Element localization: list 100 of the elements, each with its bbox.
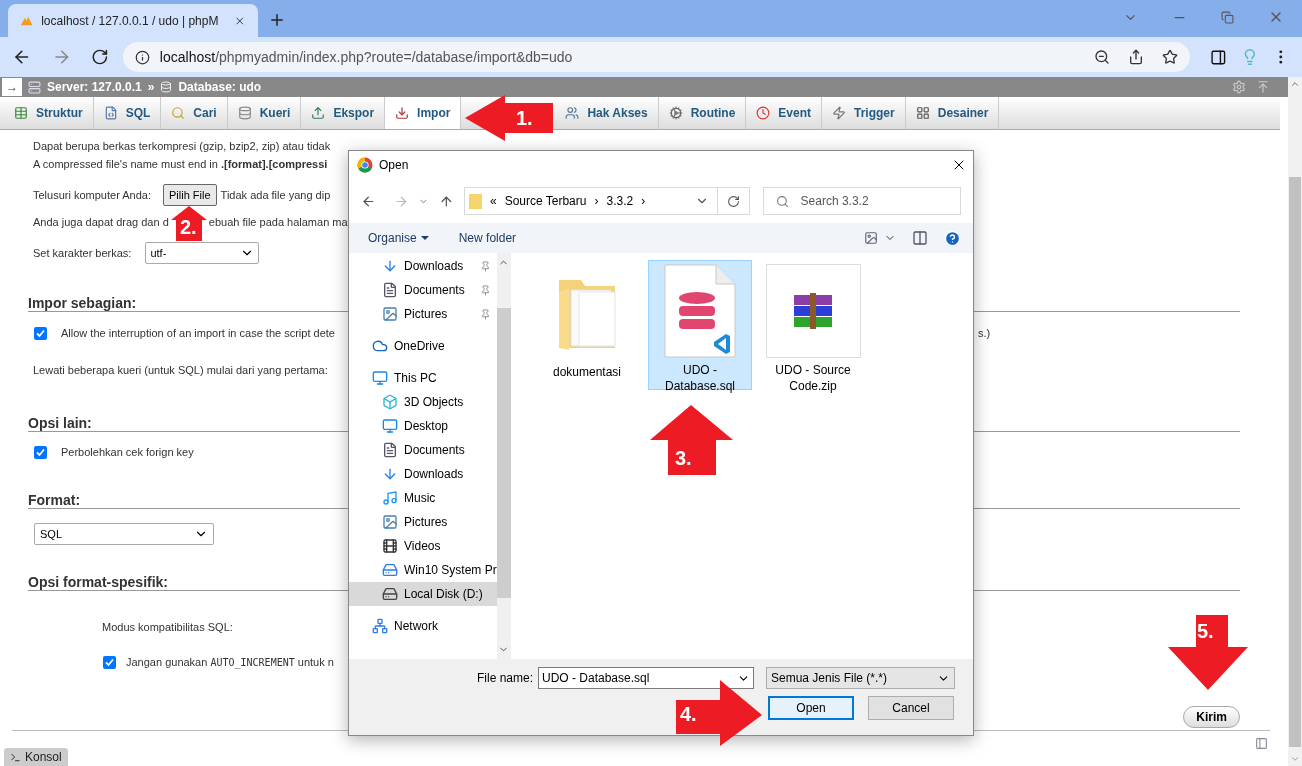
checkbox-label: Jangan gunakan AUTO_INCREMENT untuk n xyxy=(126,654,334,671)
step-number: 4. xyxy=(680,703,697,725)
step-number: 3. xyxy=(675,447,692,469)
tab[interactable]: Trigger xyxy=(822,97,906,129)
share-icon[interactable] xyxy=(1128,49,1145,65)
path-segment[interactable]: « xyxy=(489,192,497,210)
restore-icon[interactable] xyxy=(1221,10,1234,24)
nav-item[interactable]: Downloads xyxy=(349,254,497,278)
checkbox[interactable] xyxy=(34,445,47,459)
drag-drop-hint: ebuah file pada halaman ma xyxy=(208,214,348,230)
file-name-field[interactable]: UDO - Database.sql xyxy=(538,667,754,689)
nav-item[interactable]: Documents xyxy=(349,438,497,462)
tab[interactable]: Kueri xyxy=(227,97,302,129)
organise-menu[interactable]: Organise xyxy=(368,229,429,247)
tab[interactable]: Routine xyxy=(658,97,747,129)
new-folder-button[interactable]: New folder xyxy=(458,229,517,247)
server-link[interactable]: Server: 127.0.0.1 xyxy=(47,78,142,96)
search-icon xyxy=(775,194,789,208)
step-number: 2. xyxy=(180,216,197,238)
tab-icon xyxy=(915,106,930,120)
format-select[interactable]: SQL xyxy=(34,523,214,545)
tab[interactable]: SQL xyxy=(93,97,162,129)
tab[interactable]: Desainer xyxy=(905,97,1000,129)
pin-icon xyxy=(479,308,491,320)
scroll-up-icon[interactable] xyxy=(1290,79,1300,89)
bookmark-star-icon[interactable] xyxy=(1162,49,1179,65)
file-status: Tidak ada file yang dip xyxy=(220,187,331,203)
tab-icon xyxy=(237,106,252,120)
tab[interactable]: Cari xyxy=(161,97,228,129)
settings-icon[interactable] xyxy=(1232,80,1246,94)
tab-icon xyxy=(756,106,771,120)
info-icon xyxy=(134,49,150,65)
nav-item[interactable]: OneDrive xyxy=(349,334,497,358)
step-number: 1. xyxy=(516,107,533,129)
tab-icon xyxy=(668,106,683,120)
side-panel-icon[interactable] xyxy=(1210,48,1227,66)
nav-item[interactable]: Pictures xyxy=(349,302,497,326)
pin-icon xyxy=(479,284,491,296)
path-segment[interactable]: Source Terbaru xyxy=(504,192,587,210)
console-tab[interactable]: Konsol xyxy=(4,748,68,766)
checkbox-label: s.) xyxy=(978,325,991,341)
tab-icon xyxy=(103,106,118,120)
url-text: localhost/phpmyadmin/index.php?route=/database/import&db=udo xyxy=(159,47,573,67)
path-segment[interactable]: › xyxy=(641,192,646,210)
address-bar[interactable]: localhost/phpmyadmin/index.php?route=/database/import&db=udo xyxy=(122,42,1191,72)
field-label: Modus kompatibilitas SQL: xyxy=(102,619,233,635)
file-item[interactable]: dokumentasi xyxy=(535,260,639,390)
nav-item[interactable]: Pictures xyxy=(349,510,497,534)
view-options-icon[interactable] xyxy=(864,231,878,245)
nav-item[interactable]: Documents xyxy=(349,278,497,302)
tab-icon xyxy=(14,106,28,120)
section-heading: Impor sebagian: xyxy=(28,295,137,311)
field-label: Lewati beberapa kueri (untuk SQL) mulai dari yang pertama: xyxy=(33,362,328,378)
cancel-button[interactable]: Cancel xyxy=(868,696,954,720)
pma-logo-icon xyxy=(20,14,34,27)
nav-item[interactable]: Win10 System Pr xyxy=(349,558,497,582)
search-field[interactable]: Search 3.3.2 xyxy=(762,187,961,215)
open-button[interactable]: Open xyxy=(768,696,854,720)
zoom-out-icon[interactable] xyxy=(1094,49,1111,65)
submit-button[interactable]: Kirim xyxy=(1183,706,1240,728)
file-type-select[interactable]: Semua Jenis File (*.*) xyxy=(766,667,955,689)
tab[interactable]: Event xyxy=(746,97,823,129)
browser-tab[interactable]: localhost / 127.0.0.1 / udo | phpM xyxy=(8,4,258,37)
step-number: 5. xyxy=(1197,620,1214,642)
annotation-arrow xyxy=(171,206,207,241)
database-link[interactable]: Database: udo xyxy=(178,78,262,96)
path-segment[interactable]: › xyxy=(594,192,599,210)
field-label: Telusuri komputer Anda: xyxy=(33,187,151,203)
notepad-icon[interactable] xyxy=(1255,737,1268,750)
scrollbar-thumb[interactable] xyxy=(1289,177,1301,747)
new-tab-icon[interactable] xyxy=(268,11,286,29)
refresh-icon[interactable] xyxy=(726,194,740,208)
nav-item[interactable]: This PC xyxy=(349,366,497,390)
checkbox[interactable] xyxy=(34,326,47,340)
choose-file-button[interactable]: Pilih File xyxy=(163,184,217,206)
navigation-toggle[interactable]: → xyxy=(2,78,22,96)
scrollbar-thumb[interactable] xyxy=(496,308,511,598)
tab[interactable]: Struktur xyxy=(4,97,94,129)
nav-item[interactable]: Music xyxy=(349,486,497,510)
nav-item[interactable]: 3D Objects xyxy=(349,390,497,414)
path-segment[interactable]: 3.3.2 xyxy=(606,192,634,210)
nav-item[interactable]: Network xyxy=(349,614,497,638)
location-bar[interactable]: « Source Terbaru › 3.3.2 › xyxy=(463,187,750,215)
field-label: Set karakter berkas: xyxy=(33,245,132,261)
tab[interactable]: Hak Akses xyxy=(555,97,659,129)
dialog-title: Open xyxy=(379,157,409,174)
preview-pane-icon[interactable] xyxy=(912,230,928,246)
collapse-icon[interactable] xyxy=(1256,80,1270,94)
checkbox[interactable] xyxy=(103,655,116,669)
drag-drop-hint: Anda juga dapat drag dan d xyxy=(33,214,169,230)
charset-select[interactable]: utf- xyxy=(145,242,260,264)
nav-item[interactable]: Local Disk (D:) xyxy=(349,582,497,606)
help-icon[interactable] xyxy=(944,229,961,247)
nav-item[interactable]: Desktop xyxy=(349,414,497,438)
nav-item[interactable]: Videos xyxy=(349,534,497,558)
archive-books-icon xyxy=(792,293,834,329)
tab[interactable]: Impor xyxy=(385,97,462,129)
section-heading: Opsi format-spesifik: xyxy=(28,574,169,590)
nav-item[interactable]: Downloads xyxy=(349,462,497,486)
reload-icon[interactable] xyxy=(91,48,109,66)
